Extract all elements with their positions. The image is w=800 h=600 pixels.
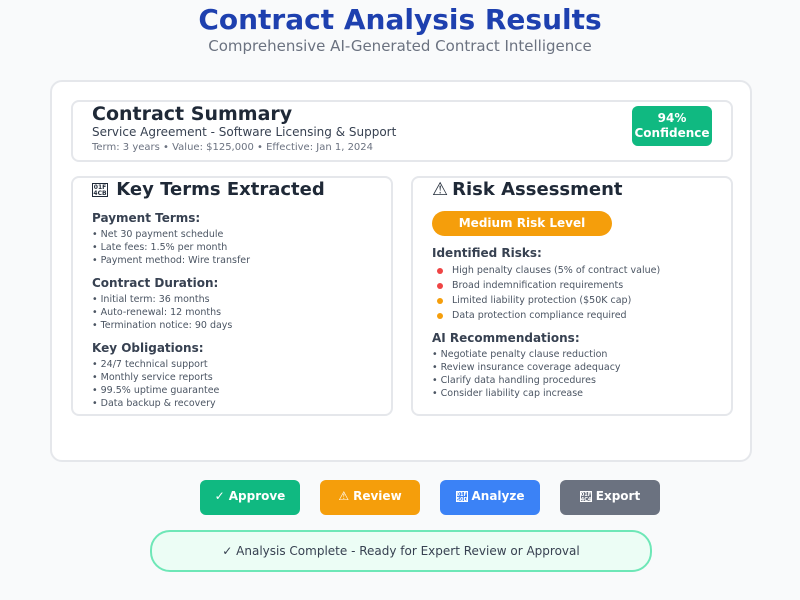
list-item: • Initial term: 36 months [92, 294, 210, 305]
confidence-badge: 94% Confidence [632, 106, 712, 146]
risk-dot [437, 313, 443, 319]
export-glyph-icon: 01F 4C4 [579, 491, 592, 503]
results-panel: Contract Summary Service Agreement - Sof… [50, 80, 752, 462]
risk-dot [437, 283, 443, 289]
list-item: • Negotiate penalty clause reduction [432, 349, 608, 360]
confidence-label: Confidence [634, 126, 710, 140]
list-item: • Late fees: 1.5% per month [92, 242, 228, 253]
list-item: • 24/7 technical support [92, 359, 208, 370]
clipboard-glyph-icon: 01F 4CB [92, 183, 108, 197]
list-item: • Net 30 payment schedule [92, 229, 224, 240]
payment-terms-section: Payment Terms: • Net 30 payment schedule… [92, 210, 250, 267]
risk-item: High penalty clauses (5% of contract val… [432, 263, 660, 278]
list-item: • Data backup & recovery [92, 398, 216, 409]
check-icon: ✓ [222, 544, 233, 558]
approve-button[interactable]: ✓ Approve [200, 480, 300, 515]
warning-icon: ⚠ [432, 179, 449, 200]
warning-icon: ⚠ [338, 489, 350, 503]
list-item: • Monthly service reports [92, 372, 213, 383]
risk-item: Limited liability protection ($50K cap) [432, 293, 660, 308]
section-heading: Contract Duration: [92, 276, 219, 290]
section-heading: Identified Risks: [432, 246, 542, 260]
page-title: Contract Analysis Results [198, 3, 602, 36]
list-item: • Review insurance coverage adequacy [432, 362, 621, 373]
confidence-value: 94% [657, 111, 687, 125]
section-heading: Key Obligations: [92, 341, 204, 355]
page-subtitle: Comprehensive AI-Generated Contract Inte… [208, 37, 592, 55]
analyze-button[interactable]: 01F 50D Analyze [440, 480, 540, 515]
contract-meta: Term: 3 years • Value: $125,000 • Effect… [92, 142, 374, 153]
export-button[interactable]: 01F 4C4 Export [560, 480, 660, 515]
list-item: • Auto-renewal: 12 months [92, 307, 222, 318]
contract-summary-card: Contract Summary Service Agreement - Sof… [71, 100, 733, 162]
section-heading: AI Recommendations: [432, 331, 580, 345]
status-banner: ✓ Analysis Complete - Ready for Expert R… [150, 530, 652, 572]
risk-dot [437, 298, 443, 304]
list-item: • 99.5% uptime guarantee [92, 385, 220, 396]
status-text: Analysis Complete - Ready for Expert Rev… [236, 544, 580, 558]
key-terms-card: 01F 4CB Key Terms Extracted Payment Terms… [71, 176, 393, 416]
contract-duration-section: Contract Duration: • Initial term: 36 mo… [92, 275, 232, 332]
summary-title: Contract Summary [92, 103, 293, 125]
risk-assessment-title: ⚠ Risk Assessment [432, 179, 623, 200]
chart-glyph-icon: 01F 50D [455, 491, 468, 503]
identified-risks-section: Identified Risks: High penalty clauses (… [432, 245, 660, 323]
list-item: • Clarify data handling procedures [432, 375, 596, 386]
contract-type: Service Agreement - Software Licensing &… [92, 125, 397, 139]
key-terms-title: 01F 4CB Key Terms Extracted [92, 179, 325, 200]
check-icon: ✓ [214, 489, 225, 503]
risk-item: Data protection compliance required [432, 308, 660, 323]
list-item: • Consider liability cap increase [432, 388, 584, 399]
risk-assessment-card: ⚠ Risk Assessment Medium Risk Level Ident… [411, 176, 733, 416]
list-item: • Payment method: Wire transfer [92, 255, 251, 266]
risk-dot [437, 268, 443, 274]
risk-item: Broad indemnification requirements [432, 278, 660, 293]
header: Contract Analysis Results Comprehensive … [0, 2, 800, 54]
risk-level-badge: Medium Risk Level [432, 211, 612, 236]
section-heading: Payment Terms: [92, 211, 201, 225]
key-obligations-section: Key Obligations: • 24/7 technical suppor… [92, 340, 219, 410]
ai-recommendations-section: AI Recommendations: • Negotiate penalty … [432, 330, 621, 400]
review-button[interactable]: ⚠ Review [320, 480, 420, 515]
list-item: • Termination notice: 90 days [92, 320, 233, 331]
